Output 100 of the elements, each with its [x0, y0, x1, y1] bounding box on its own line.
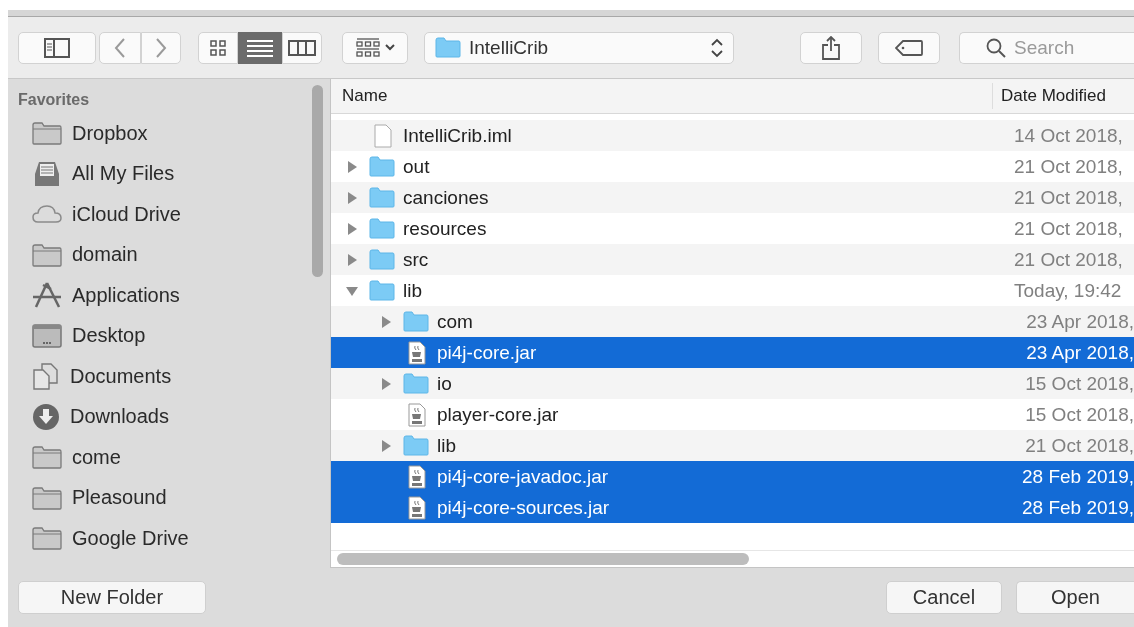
disclosure-triangle-icon[interactable]	[345, 221, 359, 236]
view-mode-button[interactable]	[238, 31, 282, 64]
folder-icon	[369, 156, 395, 177]
scrollbar-thumb[interactable]	[312, 85, 323, 277]
file-row[interactable]: io 15 Oct 2018,	[331, 368, 1134, 399]
date-modified: 15 Oct 2018,	[1025, 372, 1134, 395]
sidebar-heading: Favorites	[17, 90, 91, 110]
folder-icon	[369, 218, 395, 239]
disclosure-triangle-icon[interactable]	[345, 159, 359, 174]
disclosure-triangle-icon[interactable]	[345, 252, 359, 267]
date-modified: 21 Oct 2018,	[1014, 155, 1123, 178]
file-row[interactable]: lib Today, 19:42	[331, 275, 1134, 306]
path-popup[interactable]: IntelliCrib	[424, 31, 734, 64]
folder-icon	[32, 485, 62, 510]
file-row[interactable]: pi4j-core-sources.jar 28 Feb 2019,	[331, 492, 1134, 523]
folder-icon	[32, 121, 62, 146]
file-name: pi4j-core.jar	[437, 341, 537, 364]
cloud-icon	[32, 204, 62, 225]
sidebar-label: All My Files	[72, 162, 175, 186]
file-row[interactable]: pi4j-core-javadoc.jar 28 Feb 2019,	[331, 461, 1134, 492]
folder-icon	[403, 435, 429, 456]
updown-icon	[711, 37, 723, 58]
sidebar-item[interactable]: Desktop	[8, 315, 330, 356]
file-name: com	[437, 310, 473, 333]
file-name: player-core.jar	[437, 403, 559, 426]
file-name: out	[403, 155, 430, 178]
folder-icon	[32, 242, 62, 267]
file-row[interactable]: pi4j-core.jar 23 Apr 2018,	[331, 337, 1134, 368]
folder-icon	[32, 526, 62, 551]
file-name: canciones	[403, 186, 489, 209]
file-name: lib	[437, 434, 456, 457]
sidebar-item[interactable]: come	[8, 437, 330, 478]
sidebar-item[interactable]: All My Files	[8, 153, 330, 194]
sidebar-label: Documents	[70, 364, 172, 388]
date-modified: 23 Apr 2018,	[1026, 310, 1134, 333]
cancel-button[interactable]: Cancel	[886, 581, 1002, 614]
tray-icon	[32, 159, 62, 188]
sidebar-label: domain	[72, 243, 138, 267]
back-button[interactable]	[99, 31, 141, 64]
date-modified: 14 Oct 2018,	[1014, 124, 1123, 147]
sidebar-item[interactable]: Documents	[8, 356, 330, 397]
file-row[interactable]: IntelliCrib.iml 14 Oct 2018,	[331, 120, 1134, 151]
file-row[interactable]: out 21 Oct 2018,	[331, 151, 1134, 182]
folder-icon	[32, 445, 62, 470]
date-modified: 23 Apr 2018,	[1026, 341, 1134, 364]
grid-icon	[210, 39, 226, 56]
date-modified: 15 Oct 2018,	[1025, 403, 1134, 426]
file-name: src	[403, 248, 429, 271]
share-button[interactable]	[800, 31, 862, 64]
file-row[interactable]: canciones 21 Oct 2018,	[331, 182, 1134, 213]
sidebar-label: Google Drive	[72, 526, 189, 550]
date-modified: 21 Oct 2018,	[1025, 434, 1134, 457]
file-row[interactable]: com 23 Apr 2018,	[331, 306, 1134, 337]
sidebar-item[interactable]: iCloud Drive	[8, 194, 330, 235]
sidebar-label: come	[72, 445, 121, 469]
search-field[interactable]: Search	[959, 31, 1134, 64]
file-row[interactable]: src 21 Oct 2018,	[331, 244, 1134, 275]
arrange-icon	[355, 37, 380, 58]
folder-icon	[369, 249, 395, 270]
arrange-button[interactable]	[342, 31, 408, 64]
file-row[interactable]: resources 21 Oct 2018,	[331, 213, 1134, 244]
open-button[interactable]: Open	[1016, 581, 1134, 614]
path-label: IntelliCrib	[469, 36, 549, 59]
sidebar-item[interactable]: Google Drive	[8, 518, 330, 559]
folder-icon	[403, 373, 429, 394]
search-input[interactable]: Search	[1014, 36, 1134, 59]
scrollbar-thumb[interactable]	[337, 553, 749, 565]
sidebar-toggle-button[interactable]	[18, 31, 96, 64]
sidebar-item[interactable]: Pleasound	[8, 477, 330, 518]
sidebar-item[interactable]: Dropbox	[8, 113, 330, 154]
sidebar-item[interactable]: Downloads	[8, 396, 330, 437]
disclosure-triangle-icon[interactable]	[379, 438, 393, 453]
folder-icon	[403, 311, 429, 332]
sidebar-item[interactable]: Applications	[8, 275, 330, 316]
tag-button[interactable]	[878, 31, 940, 64]
list-icon	[247, 38, 273, 57]
file-row[interactable]: lib 21 Oct 2018,	[331, 430, 1134, 461]
date-modified: 28 Feb 2019,	[1022, 496, 1134, 519]
file-name: IntelliCrib.iml	[403, 124, 512, 147]
file-row[interactable]: player-core.jar 15 Oct 2018,	[331, 399, 1134, 430]
date-modified: 21 Oct 2018,	[1014, 248, 1123, 271]
file-name: resources	[403, 217, 487, 240]
disclosure-triangle-icon[interactable]	[379, 314, 393, 329]
column-header[interactable]: Name	[331, 86, 992, 106]
folder-icon	[369, 187, 395, 208]
column-header[interactable]: Date Modified	[992, 83, 1134, 109]
disclosure-triangle-icon[interactable]	[379, 376, 393, 391]
new-folder-button[interactable]: New Folder	[18, 581, 206, 614]
folder-icon	[435, 37, 461, 58]
sidebar-label: Pleasound	[72, 486, 167, 510]
sidebar-label: Applications	[72, 283, 180, 307]
date-modified: 21 Oct 2018,	[1014, 186, 1123, 209]
folder-icon	[369, 280, 395, 301]
sidebar-item[interactable]: domain	[8, 234, 330, 275]
download-icon	[32, 402, 60, 431]
disclosure-triangle-icon[interactable]	[345, 190, 359, 205]
file-name: lib	[403, 279, 422, 302]
sidebar-label: Desktop	[72, 324, 146, 348]
forward-button[interactable]	[141, 31, 181, 64]
share-icon	[822, 35, 840, 60]
